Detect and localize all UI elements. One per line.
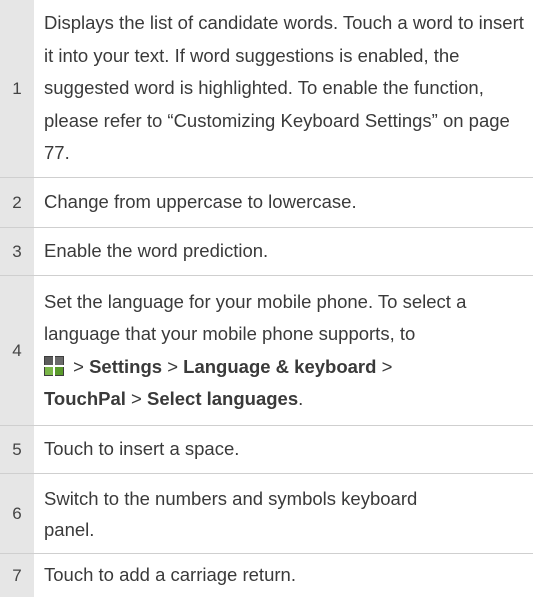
path-separator: >: [376, 355, 393, 377]
row-number: 7: [0, 554, 34, 597]
table-row: 2 Change from uppercase to lowercase.: [0, 178, 533, 228]
table-row: 1 Displays the list of candidate words. …: [0, 0, 533, 178]
row-description-text: Change from uppercase to lowercase.: [44, 191, 357, 213]
row-description: Enable the word prediction.: [44, 228, 525, 275]
row-description: Change from uppercase to lowercase.: [44, 178, 525, 227]
path-language-keyboard: Language & keyboard: [183, 355, 377, 377]
row-description: Touch to add a carriage return.: [44, 554, 525, 597]
table-row: 5 Touch to insert a space.: [0, 426, 533, 474]
path-select-languages: Select languages: [146, 388, 299, 409]
row-description-text: Switch to the numbers and symbols keyboa…: [44, 487, 418, 540]
path-separator: >: [162, 355, 184, 377]
row-description-intro: Set the language for your mobile phone. …: [44, 290, 467, 345]
row-description-text: Displays the list of candidate words. To…: [44, 12, 524, 164]
path-settings: Settings: [89, 355, 163, 377]
path-separator: >: [68, 355, 90, 377]
row-number: 2: [0, 178, 34, 227]
row-description-text: Touch to add a carriage return.: [44, 564, 296, 586]
row-number: 1: [0, 0, 34, 177]
row-description-text: Enable the word prediction.: [44, 240, 269, 262]
row-number: 6: [0, 474, 34, 553]
row-number: 3: [0, 228, 34, 275]
row-description: Displays the list of candidate words. To…: [44, 0, 525, 177]
row-number: 5: [0, 426, 34, 473]
path-touchpal: TouchPal: [44, 388, 126, 409]
path-separator: >: [125, 388, 147, 409]
path-end: .: [298, 388, 304, 409]
row-description: Touch to insert a space.: [44, 426, 525, 473]
table-row: 6 Switch to the numbers and symbols keyb…: [0, 474, 533, 554]
table-row: 7 Touch to add a carriage return.: [0, 554, 533, 597]
menu-key-icon: [44, 354, 64, 376]
key-description-table: 1 Displays the list of candidate words. …: [0, 0, 533, 597]
row-description-text: Set the language for your mobile phone. …: [44, 286, 525, 416]
row-description-text: Touch to insert a space.: [44, 438, 240, 460]
row-description: Switch to the numbers and symbols keyboa…: [44, 474, 433, 553]
row-description: Set the language for your mobile phone. …: [44, 276, 525, 425]
table-row: 3 Enable the word prediction.: [0, 228, 533, 276]
row-number: 4: [0, 276, 34, 425]
table-row: 4 Set the language for your mobile phone…: [0, 276, 533, 426]
